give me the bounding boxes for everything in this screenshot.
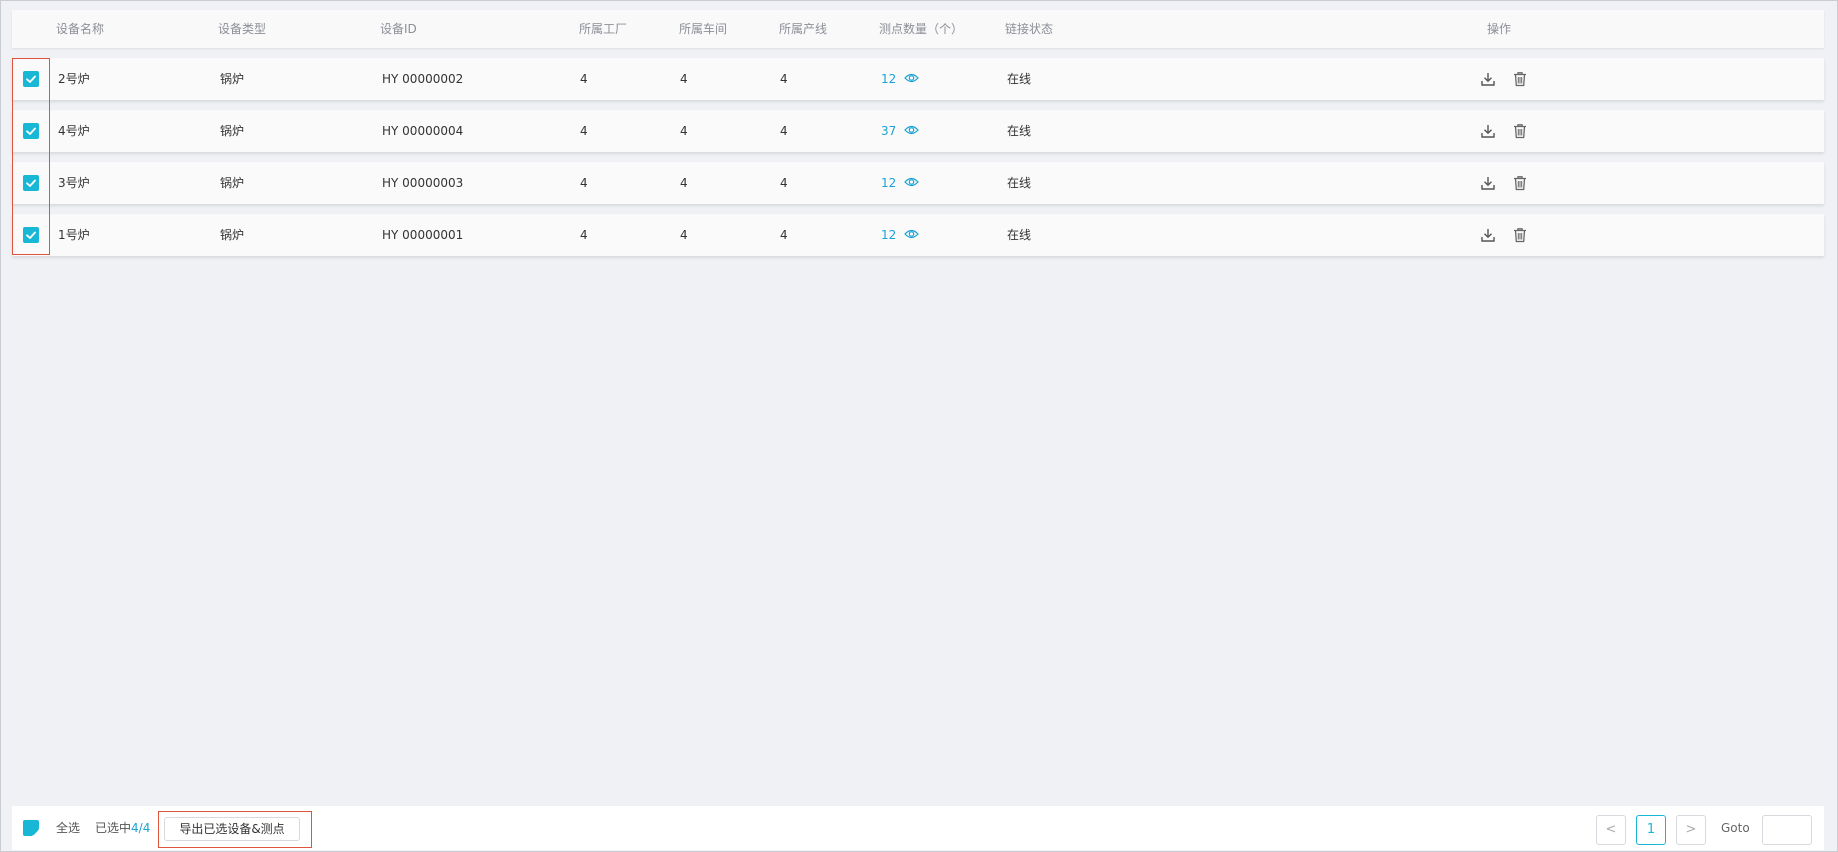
download-icon[interactable] <box>1480 175 1496 191</box>
cell-type: 锅炉 <box>220 124 245 138</box>
select-all-icon[interactable] <box>23 820 39 836</box>
cell-name: 3号炉 <box>58 176 90 190</box>
cell-points[interactable]: 12 <box>881 214 896 256</box>
cell-workshop: 4 <box>680 176 688 190</box>
table-row[interactable]: 2号炉 锅炉 HY 00000002 4 4 4 12 在线 <box>12 58 1824 100</box>
goto-input[interactable] <box>1762 815 1812 845</box>
cell-line: 4 <box>780 124 788 138</box>
download-icon[interactable] <box>1480 71 1496 87</box>
cell-name: 4号炉 <box>58 124 90 138</box>
export-button-highlight <box>158 811 312 848</box>
trash-icon[interactable] <box>1512 123 1528 139</box>
cell-workshop: 4 <box>680 124 688 138</box>
cell-status: 在线 <box>1007 228 1032 242</box>
col-header-factory[interactable]: 所属工厂 <box>579 10 627 48</box>
select-all-label[interactable]: 全选 <box>56 806 80 850</box>
cell-line: 4 <box>780 228 788 242</box>
col-header-line[interactable]: 所属产线 <box>779 10 827 48</box>
cell-factory: 4 <box>580 228 588 242</box>
col-header-type[interactable]: 设备类型 <box>218 10 266 48</box>
col-header-status[interactable]: 链接状态 <box>1005 10 1053 48</box>
table-row[interactable]: 1号炉 锅炉 HY 00000001 4 4 4 12 在线 <box>12 214 1824 256</box>
cell-workshop: 4 <box>680 72 688 86</box>
download-icon[interactable] <box>1480 227 1496 243</box>
cell-points[interactable]: 12 <box>881 58 896 100</box>
cell-device-id: HY 00000003 <box>382 176 464 190</box>
cell-points[interactable]: 12 <box>881 162 896 204</box>
trash-icon[interactable] <box>1512 175 1528 191</box>
cell-factory: 4 <box>580 176 588 190</box>
download-icon[interactable] <box>1480 123 1496 139</box>
page-button-current[interactable]: 1 <box>1636 815 1666 845</box>
table-row[interactable]: 3号炉 锅炉 HY 00000003 4 4 4 12 在线 <box>12 162 1824 204</box>
cell-device-id: HY 00000001 <box>382 228 464 242</box>
cell-status: 在线 <box>1007 176 1032 190</box>
table-header: 设备名称 设备类型 设备ID 所属工厂 所属车间 所属产线 测点数量（个） 链接… <box>12 10 1824 48</box>
cell-line: 4 <box>780 72 788 86</box>
col-header-points[interactable]: 测点数量（个） <box>879 10 963 48</box>
cell-status: 在线 <box>1007 72 1032 86</box>
cell-name: 2号炉 <box>58 72 90 86</box>
next-page-button[interactable]: > <box>1676 815 1706 845</box>
eye-icon[interactable] <box>904 176 919 188</box>
eye-icon[interactable] <box>904 228 919 240</box>
cell-line: 4 <box>780 176 788 190</box>
eye-icon[interactable] <box>904 72 919 84</box>
cell-factory: 4 <box>580 72 588 86</box>
trash-icon[interactable] <box>1512 227 1528 243</box>
selected-info: 已选中4/4 <box>95 806 150 850</box>
cell-device-id: HY 00000002 <box>382 72 464 86</box>
selected-prefix: 已选中 <box>95 821 132 835</box>
selected-count: 4/4 <box>131 821 151 835</box>
cell-factory: 4 <box>580 124 588 138</box>
cell-name: 1号炉 <box>58 228 90 242</box>
cell-type: 锅炉 <box>220 72 245 86</box>
cell-type: 锅炉 <box>220 228 245 242</box>
col-header-actions: 操作 <box>1487 22 1512 36</box>
prev-page-button[interactable]: < <box>1596 815 1626 845</box>
col-header-name[interactable]: 设备名称 <box>56 10 104 48</box>
col-header-device-id[interactable]: 设备ID <box>380 10 417 48</box>
cell-status: 在线 <box>1007 124 1032 138</box>
cell-points[interactable]: 37 <box>881 110 896 152</box>
col-header-workshop[interactable]: 所属车间 <box>679 10 727 48</box>
trash-icon[interactable] <box>1512 71 1528 87</box>
table-row[interactable]: 4号炉 锅炉 HY 00000004 4 4 4 37 在线 <box>12 110 1824 152</box>
eye-icon[interactable] <box>904 124 919 136</box>
goto-label: Goto <box>1721 821 1750 835</box>
checkbox-column-highlight <box>12 58 50 255</box>
cell-device-id: HY 00000004 <box>382 124 464 138</box>
cell-type: 锅炉 <box>220 176 245 190</box>
cell-workshop: 4 <box>680 228 688 242</box>
